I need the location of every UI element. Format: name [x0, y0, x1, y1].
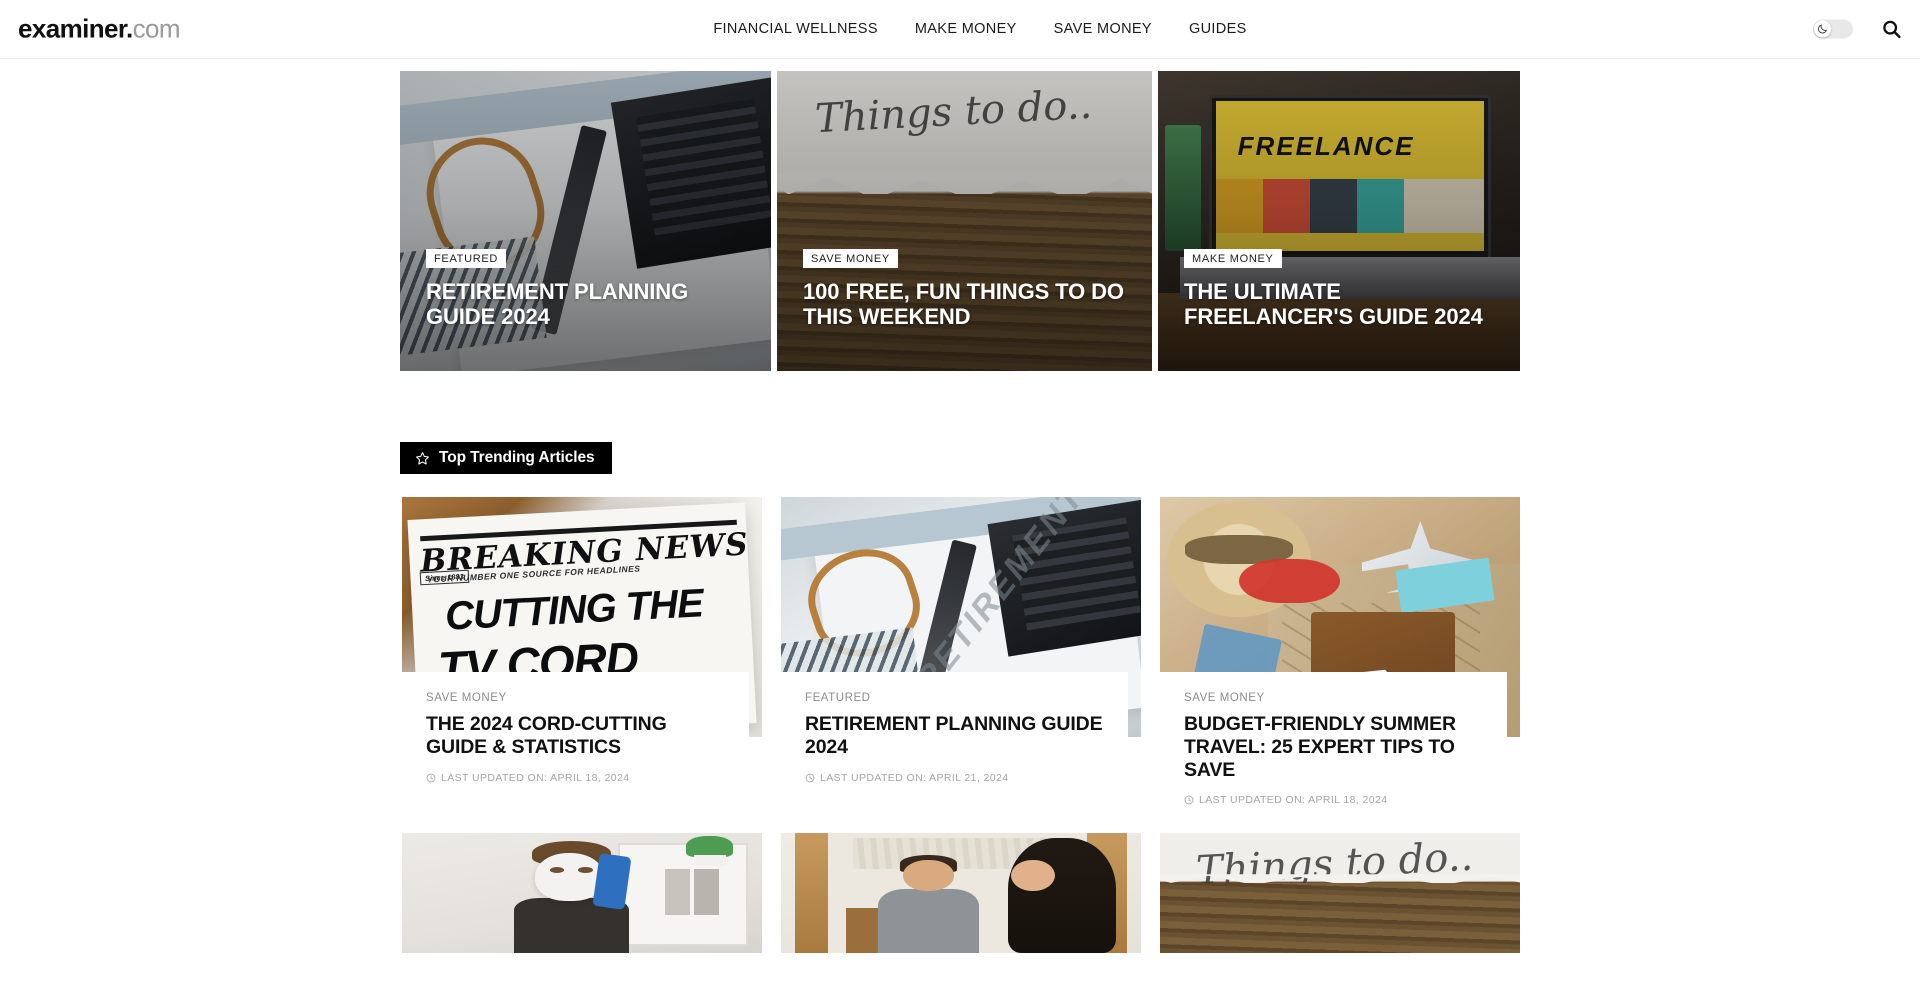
hero-badge[interactable]: MAKE MONEY	[1184, 248, 1282, 268]
site-logo[interactable]: examiner.com	[18, 13, 181, 45]
article-date-text: LAST UPDATED ON: APRIL 18, 2024	[441, 771, 630, 784]
article-date-text: LAST UPDATED ON: APRIL 18, 2024	[1199, 794, 1388, 807]
hero-card-weekend[interactable]: Things to do.. SAVE MONEY 100 FREE, FUN …	[777, 71, 1152, 371]
grid-column	[400, 833, 762, 954]
article-text-block: SAVE MONEY THE 2024 CORD-CUTTING GUIDE &…	[400, 672, 749, 784]
trending-section-title: Top Trending Articles	[439, 449, 595, 466]
hero-card-freelancer[interactable]: FREELANCE MAKE MONEY THE ULTIMATE FREELA…	[1158, 71, 1520, 371]
nav-item-guides[interactable]: GUIDES	[1189, 21, 1247, 37]
logo-dot: .	[125, 13, 133, 44]
article-thumbnail: Things to do..	[1160, 833, 1520, 954]
toggle-knob	[1814, 20, 1831, 38]
main-navigation: FINANCIAL WELLNESS MAKE MONEY SAVE MONEY…	[673, 21, 1246, 37]
article-card-row2-3[interactable]: Things to do..	[1158, 833, 1520, 954]
page-content: FEATURED RETIREMENT PLANNING GUIDE 2024 …	[400, 71, 1520, 954]
dark-mode-toggle[interactable]	[1813, 19, 1853, 39]
trending-grid: BREAKING NEWS Since 1883 YOUR NUMBER ONE …	[400, 497, 1520, 807]
article-title: BUDGET-FRIENDLY SUMMER TRAVEL: 25 EXPERT…	[1184, 713, 1456, 781]
hero-badge[interactable]: SAVE MONEY	[803, 248, 898, 268]
star-icon	[416, 451, 429, 465]
article-thumbnail	[402, 833, 762, 954]
logo-com-text: com	[132, 13, 181, 44]
hero-text-block: SAVE MONEY 100 FREE, FUN THINGS TO DO TH…	[803, 248, 1132, 329]
article-card-retirement[interactable]: RETIREMENT FEATURED RETIREMENT PLANNING …	[779, 497, 1141, 784]
clock-icon	[1184, 796, 1194, 805]
article-card-row2-2[interactable]	[779, 833, 1141, 954]
hero-carousel: FEATURED RETIREMENT PLANNING GUIDE 2024 …	[400, 71, 1520, 371]
grid-column: Things to do..	[1158, 833, 1520, 954]
grid-column: BREAKING NEWS Since 1883 YOUR NUMBER ONE …	[400, 497, 762, 784]
nav-item-make-money[interactable]: MAKE MONEY	[915, 21, 1017, 37]
article-text-block: SAVE MONEY BUDGET-FRIENDLY SUMMER TRAVEL…	[1158, 672, 1507, 807]
header-actions	[1813, 19, 1902, 40]
hero-title: 100 FREE, FUN THINGS TO DO THIS WEEKEND	[803, 278, 1124, 329]
article-date-text: LAST UPDATED ON: APRIL 21, 2024	[820, 771, 1009, 784]
hero-title: RETIREMENT PLANNING GUIDE 2024	[426, 278, 689, 329]
article-card-summer-travel[interactable]: SAVE MONEY BUDGET-FRIENDLY SUMMER TRAVEL…	[1158, 497, 1520, 807]
nav-item-save-money[interactable]: SAVE MONEY	[1054, 21, 1152, 37]
hero-text-block: FEATURED RETIREMENT PLANNING GUIDE 2024	[426, 248, 751, 329]
article-text-block: FEATURED RETIREMENT PLANNING GUIDE 2024 …	[779, 672, 1128, 784]
grid-column: SAVE MONEY BUDGET-FRIENDLY SUMMER TRAVEL…	[1158, 497, 1520, 807]
hero-card-retirement[interactable]: FEATURED RETIREMENT PLANNING GUIDE 2024	[400, 71, 771, 371]
article-title: RETIREMENT PLANNING GUIDE 2024	[805, 713, 1103, 758]
trending-grid-row-2: Things to do..	[400, 833, 1520, 954]
section-divider	[400, 474, 1520, 476]
article-card-row2-1[interactable]	[400, 833, 762, 954]
hero-badge[interactable]: FEATURED	[426, 248, 507, 268]
moon-icon	[1818, 24, 1827, 34]
article-title: THE 2024 CORD-CUTTING GUIDE & STATISTICS	[426, 713, 667, 758]
search-icon	[1883, 20, 1901, 39]
clock-icon	[805, 773, 815, 782]
trending-section-tab[interactable]: Top Trending Articles	[400, 442, 612, 474]
logo-main-text: examiner	[18, 13, 127, 44]
grid-column: RETIREMENT FEATURED RETIREMENT PLANNING …	[779, 497, 1141, 784]
article-date: LAST UPDATED ON: APRIL 21, 2024	[805, 772, 1106, 784]
article-category[interactable]: FEATURED	[805, 692, 1106, 704]
article-category[interactable]: SAVE MONEY	[1184, 692, 1485, 704]
article-card-cord-cutting[interactable]: BREAKING NEWS Since 1883 YOUR NUMBER ONE …	[400, 497, 762, 784]
grid-column	[779, 833, 1141, 954]
article-date: LAST UPDATED ON: APRIL 18, 2024	[426, 772, 727, 784]
search-button[interactable]	[1881, 19, 1902, 40]
trending-section-header: Top Trending Articles	[400, 442, 1520, 480]
hero-text-block: MAKE MONEY THE ULTIMATE FREELANCER'S GUI…	[1184, 248, 1500, 329]
nav-item-financial-wellness[interactable]: FINANCIAL WELLNESS	[713, 21, 878, 37]
clock-icon	[426, 773, 436, 782]
article-thumbnail	[781, 833, 1141, 954]
site-header: examiner.com FINANCIAL WELLNESS MAKE MON…	[0, 0, 1920, 59]
hero-title: THE ULTIMATE FREELANCER'S GUIDE 2024	[1184, 278, 1483, 329]
article-date: LAST UPDATED ON: APRIL 18, 2024	[1184, 794, 1485, 806]
article-category[interactable]: SAVE MONEY	[426, 692, 727, 704]
